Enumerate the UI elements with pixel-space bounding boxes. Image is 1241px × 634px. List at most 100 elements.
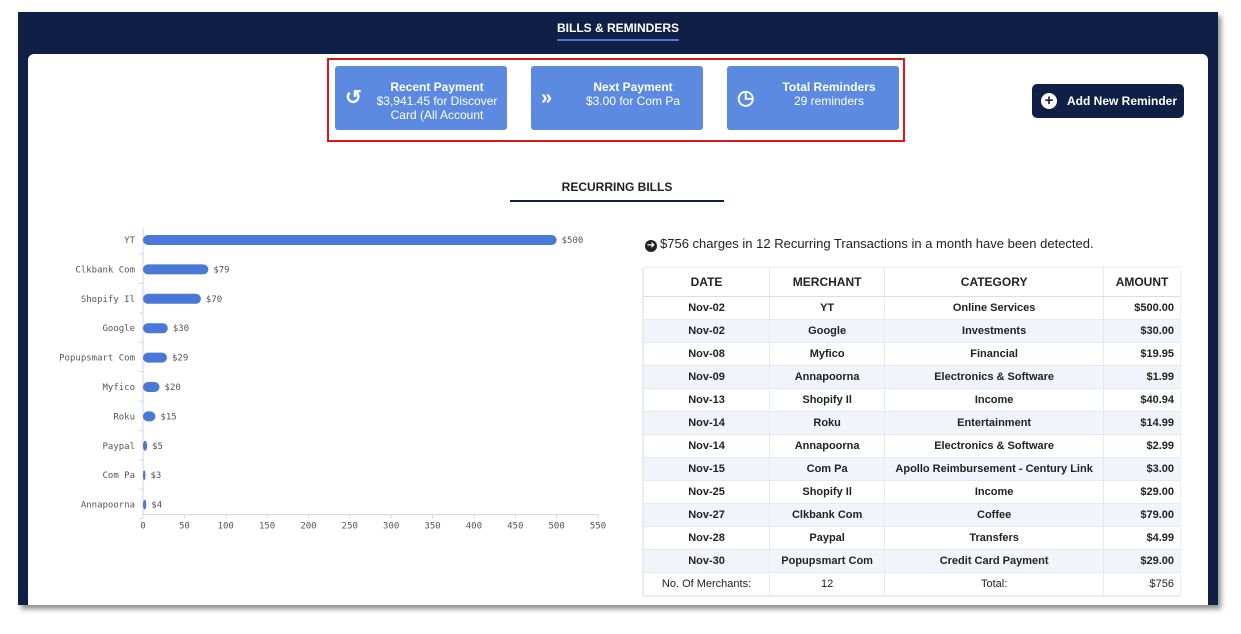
cell-merchant: Annapoorna bbox=[769, 434, 885, 458]
cell-category: Electronics & Software bbox=[884, 365, 1104, 389]
cell-date: Nov-30 bbox=[642, 549, 770, 573]
clock-icon: ◷ bbox=[737, 87, 755, 109]
bar bbox=[143, 470, 146, 481]
bar bbox=[143, 235, 557, 245]
page-header: BILLS & REMINDERS bbox=[18, 12, 1218, 54]
recurring-info: ➜ $756 charges in 12 Recurring Transactio… bbox=[645, 236, 1094, 252]
category-label: Google bbox=[102, 324, 135, 334]
cell-date: Nov-25 bbox=[642, 480, 770, 504]
cell-date: Nov-27 bbox=[642, 503, 770, 527]
footer-total-label: Total: bbox=[884, 572, 1104, 596]
cell-merchant: Shopify Il bbox=[769, 388, 885, 412]
recurring-bills-heading: RECURRING BILLS bbox=[510, 180, 724, 202]
category-label: Shopify Il bbox=[81, 295, 135, 305]
x-tick-label: 100 bbox=[218, 522, 234, 532]
cell-date: Nov-14 bbox=[642, 411, 770, 435]
table-row: Nov-30 Popupsmart Com Credit Card Payment $… bbox=[642, 549, 1180, 573]
cell-date: Nov-13 bbox=[642, 388, 770, 412]
cell-amount: $14.99 bbox=[1103, 411, 1180, 435]
bar bbox=[143, 352, 167, 363]
category-label: YT bbox=[124, 236, 135, 246]
history-icon: ↺ bbox=[345, 87, 362, 109]
cell-amount: $29.00 bbox=[1103, 480, 1180, 504]
cell-category: Entertainment bbox=[884, 411, 1104, 435]
footer-total-amount: $756 bbox=[1103, 572, 1180, 596]
fast-forward-icon: » bbox=[541, 87, 553, 109]
x-tick-label: 0 bbox=[140, 522, 145, 532]
x-tick-label: 550 bbox=[590, 522, 606, 532]
cell-date: Nov-15 bbox=[642, 457, 770, 481]
column-header-category: CATEGORY bbox=[884, 268, 1104, 297]
cell-amount: $4.99 bbox=[1103, 526, 1180, 550]
cell-category: Coffee bbox=[884, 503, 1104, 527]
arrow-circle-icon: ➜ bbox=[645, 240, 657, 252]
plus-icon: + bbox=[1041, 93, 1057, 109]
x-tick-label: 500 bbox=[549, 522, 565, 532]
table-row: Nov-15 Com Pa Apollo Reimbursement - Centu… bbox=[642, 457, 1180, 481]
cell-date: Nov-28 bbox=[642, 526, 770, 550]
page-title: BILLS & REMINDERS bbox=[556, 21, 679, 41]
bar-value-label: $70 bbox=[206, 295, 222, 305]
recent-payment-card[interactable]: ↺ Recent Payment $3,941.45 for Discover … bbox=[335, 66, 507, 130]
recurring-info-text: $756 charges in 12 Recurring Transaction… bbox=[660, 236, 1094, 251]
table-footer-row: No. Of Merchants: 12 Total: $756 bbox=[642, 572, 1180, 596]
bar-value-label: $5 bbox=[152, 442, 163, 452]
cell-amount: $500.00 bbox=[1103, 296, 1180, 320]
cell-category: Online Services bbox=[884, 296, 1104, 320]
cell-merchant: Google bbox=[769, 319, 885, 343]
bar-value-label: $4 bbox=[151, 501, 162, 511]
x-tick-label: 450 bbox=[507, 522, 523, 532]
table-row: Nov-09 Annapoorna Electronics & Software $1… bbox=[642, 365, 1180, 389]
cell-category: Income bbox=[884, 388, 1104, 412]
cell-merchant: Clkbank Com bbox=[769, 503, 885, 527]
bar-value-label: $30 bbox=[173, 324, 189, 334]
total-reminders-card[interactable]: ◷ Total Reminders 29 reminders bbox=[727, 66, 899, 130]
category-label: Clkbank Com bbox=[75, 265, 135, 275]
cell-date: Nov-08 bbox=[642, 342, 770, 366]
x-tick-label: 250 bbox=[342, 522, 358, 532]
next-payment-title: Next Payment bbox=[593, 80, 673, 94]
category-label: Paypal bbox=[102, 442, 135, 452]
cell-category: Financial bbox=[884, 342, 1104, 366]
cell-category: Electronics & Software bbox=[884, 434, 1104, 458]
table-row: Nov-14 Annapoorna Electronics & Software $2… bbox=[642, 434, 1180, 458]
recurring-bills-chart: YT $500 Clkbank Com $79 Shopify Il $70 Google $… bbox=[59, 228, 606, 532]
x-tick-label: 350 bbox=[424, 522, 440, 532]
cell-date: Nov-02 bbox=[642, 319, 770, 343]
main-panel: ↺ Recent Payment $3,941.45 for Discover … bbox=[28, 54, 1208, 605]
category-label: Popupsmart Com bbox=[59, 354, 135, 364]
cell-merchant: Myfico bbox=[769, 342, 885, 366]
cell-merchant: YT bbox=[769, 296, 885, 320]
column-header-date: DATE bbox=[642, 268, 770, 297]
next-payment-card[interactable]: » Next Payment $3.00 for Com Pa bbox=[531, 66, 703, 130]
cell-date: Nov-09 bbox=[642, 365, 770, 389]
add-new-reminder-button[interactable]: + Add New Reminder bbox=[1032, 84, 1184, 118]
column-header-amount: AMOUNT bbox=[1103, 268, 1180, 297]
bar bbox=[143, 264, 209, 275]
table-row: Nov-13 Shopify Il Income $40.94 bbox=[642, 388, 1180, 412]
cell-category: Transfers bbox=[884, 526, 1104, 550]
bar-value-label: $15 bbox=[160, 412, 176, 422]
bar bbox=[143, 411, 156, 422]
cell-merchant: Paypal bbox=[769, 526, 885, 550]
next-payment-amount: $3.00 for Com Pa bbox=[585, 94, 681, 108]
table-row: Nov-02 YT Online Services $500.00 bbox=[642, 296, 1180, 320]
recent-payment-title: Recent Payment bbox=[390, 80, 484, 94]
cell-category: Income bbox=[884, 480, 1104, 504]
bar bbox=[143, 440, 148, 451]
bar bbox=[143, 323, 168, 334]
cell-amount: $19.95 bbox=[1103, 342, 1180, 366]
cell-merchant: Roku bbox=[769, 411, 885, 435]
category-label: Roku bbox=[113, 412, 135, 422]
table-row: Nov-28 Paypal Transfers $4.99 bbox=[642, 526, 1180, 550]
bar bbox=[143, 499, 147, 510]
cell-category: Investments bbox=[884, 319, 1104, 343]
table-row: Nov-02 Google Investments $30.00 bbox=[642, 319, 1180, 343]
category-label: Annapoorna bbox=[81, 501, 135, 511]
app-frame: BILLS & REMINDERS ↺ Recent Payment $3,94… bbox=[18, 12, 1218, 605]
bar-value-label: $500 bbox=[562, 236, 584, 246]
column-header-merchant: MERCHANT bbox=[769, 268, 885, 297]
total-reminders-title: Total Reminders bbox=[782, 80, 876, 94]
recurring-bills-table: DATE MERCHANT CATEGORY AMOUNT Nov-02 YT On… bbox=[642, 268, 1180, 596]
total-reminders-count: 29 reminders bbox=[793, 94, 865, 108]
